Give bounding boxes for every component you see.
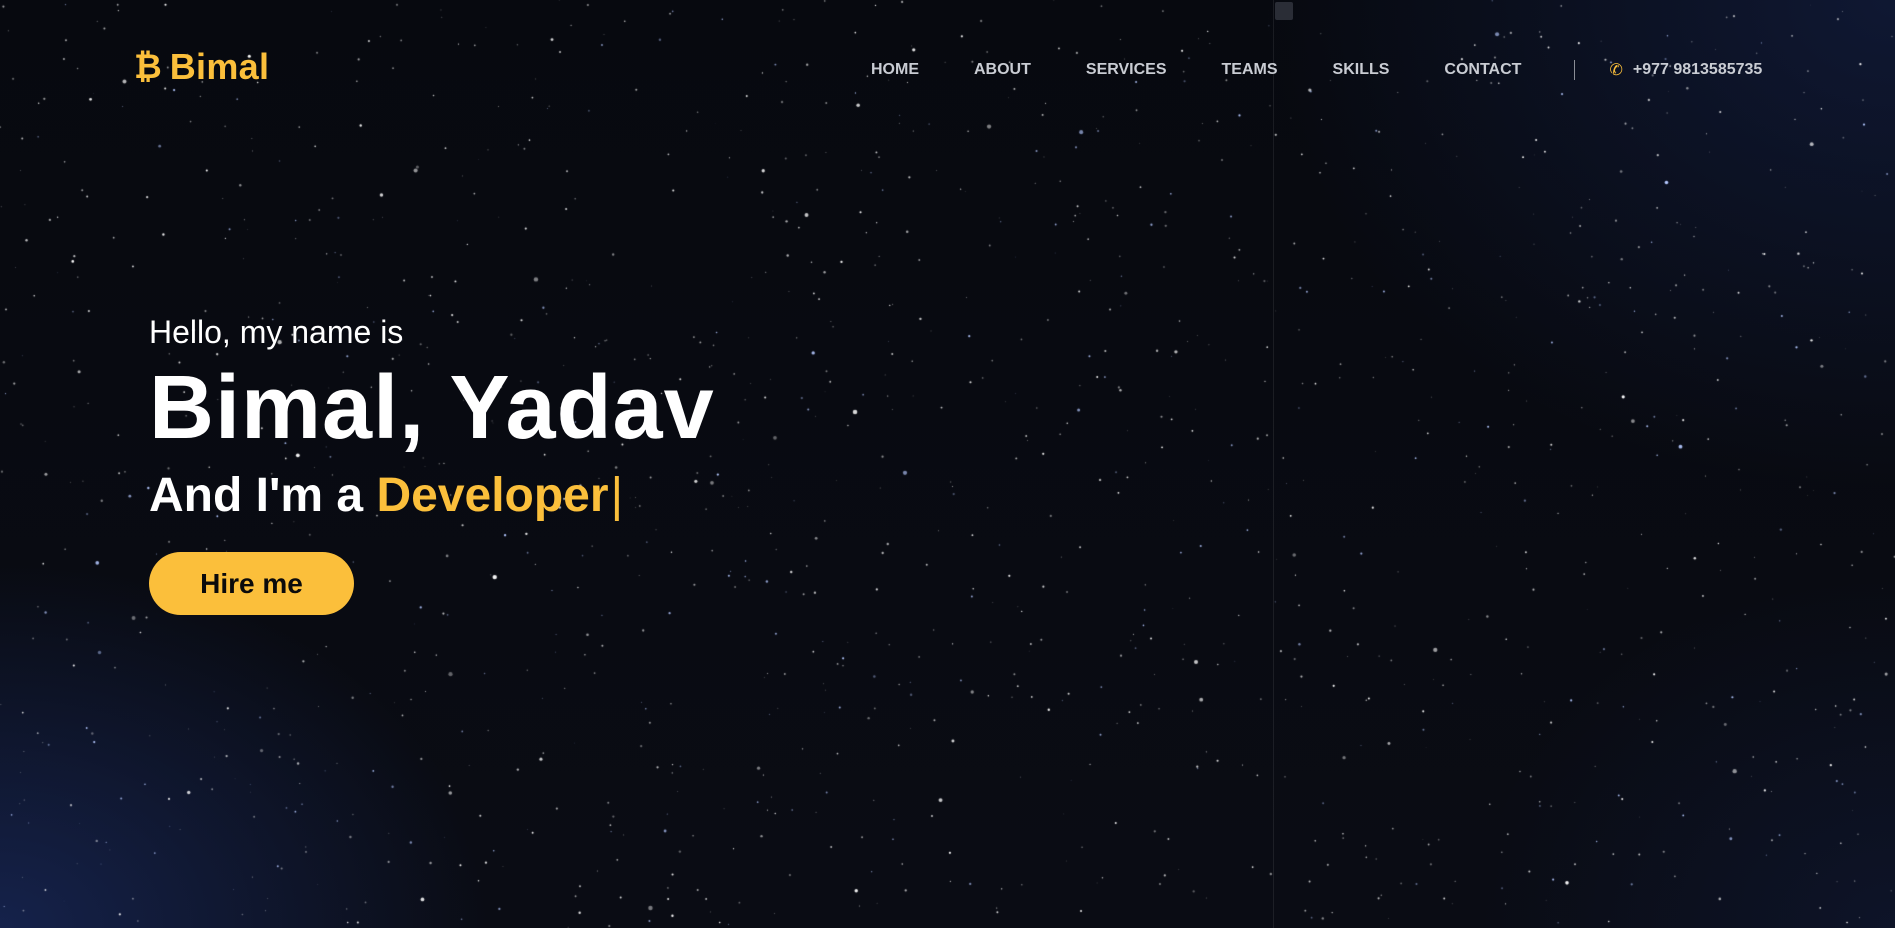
brand-name: Bimal (169, 46, 270, 87)
nav-about[interactable]: ABOUT (974, 61, 1031, 79)
phone-icon: ✆ (1609, 62, 1623, 79)
nav-divider (1574, 60, 1576, 80)
nav-teams[interactable]: TEAMS (1222, 61, 1278, 79)
role-prefix: And I'm a (149, 469, 364, 522)
hero-section: ₿ Bimal HOME ABOUT SERVICES TEAMS SKILLS… (0, 0, 1895, 928)
main-navigation: HOME ABOUT SERVICES TEAMS SKILLS CONTACT… (871, 60, 1762, 80)
hero-role-line: And I'm a Developer| (149, 468, 715, 524)
brand-logo-link[interactable]: ₿ Bimal (134, 46, 269, 88)
role-highlight: Developer (376, 469, 609, 522)
nav-contact[interactable]: CONTACT (1444, 61, 1521, 79)
nav-services[interactable]: SERVICES (1086, 61, 1167, 79)
phone-link[interactable]: ✆ +977 9813585735 (1609, 60, 1762, 80)
typing-cursor: | (610, 469, 624, 522)
bitcoin-icon: ₿ (134, 48, 162, 86)
nav-skills[interactable]: SKILLS (1333, 61, 1390, 79)
hero-greeting: Hello, my name is (149, 314, 404, 350)
hero-intro: Hello, my name is Bimal, Yadav And I'm a… (149, 312, 715, 615)
image-seam-divider (1273, 0, 1274, 928)
hero-name: Bimal, Yadav (149, 358, 715, 458)
phone-number: +977 9813585735 (1632, 61, 1763, 78)
broken-image-icon (1275, 2, 1293, 20)
nav-home[interactable]: HOME (871, 61, 919, 79)
hire-me-button[interactable]: Hire me (149, 552, 354, 615)
